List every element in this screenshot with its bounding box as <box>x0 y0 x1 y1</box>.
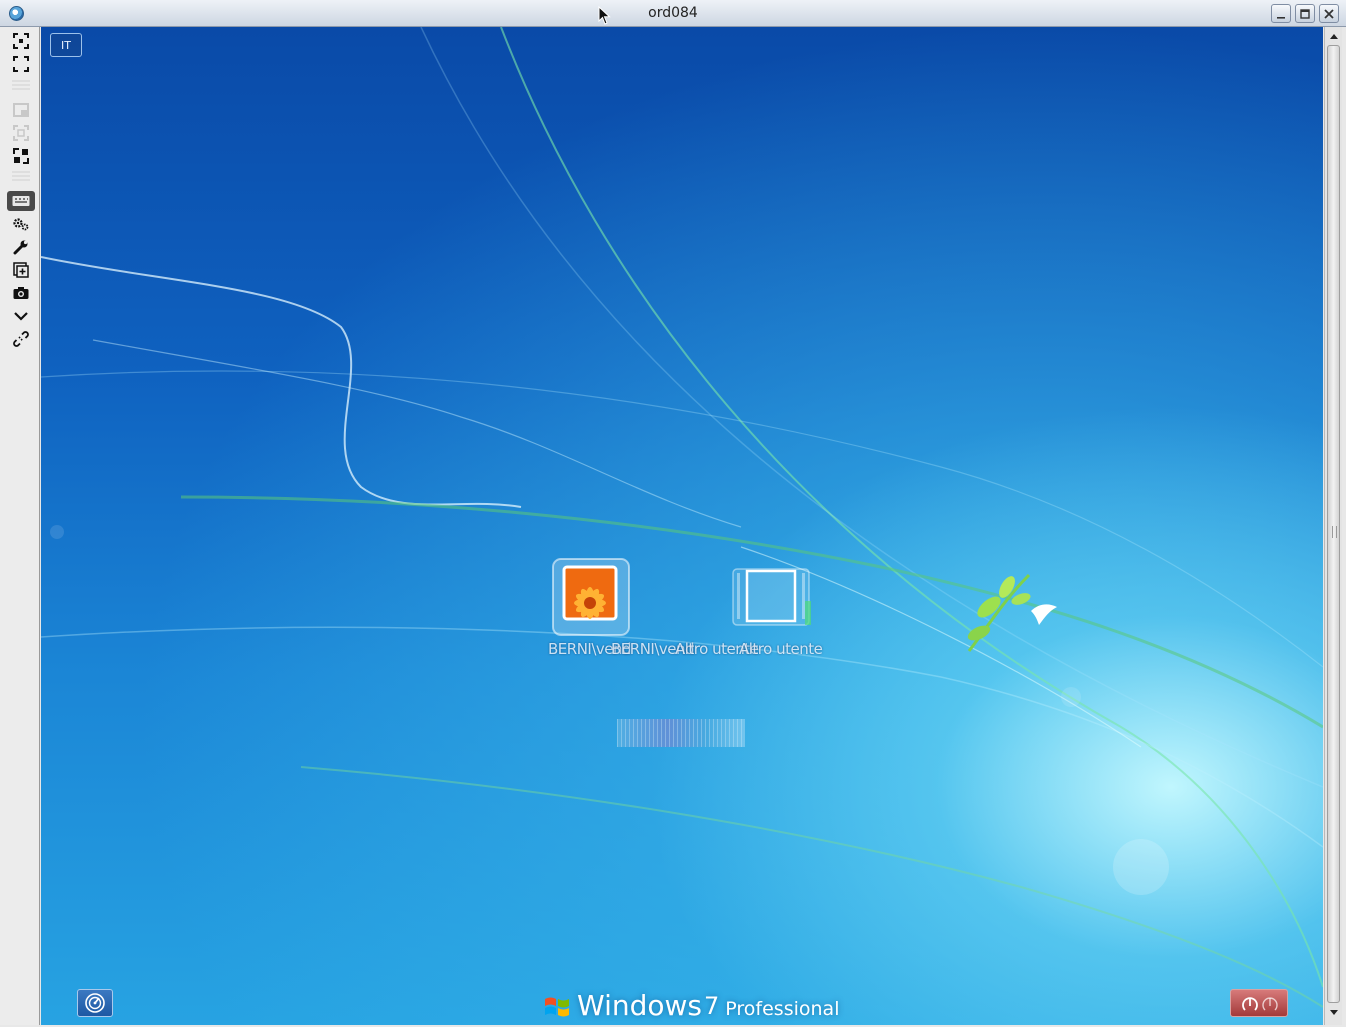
more-options-button[interactable] <box>9 306 33 326</box>
scrollbar-thumb[interactable] <box>1327 45 1340 1003</box>
windows-logo-icon <box>545 997 569 1017</box>
user-tile-berni-vend[interactable] <box>551 557 631 637</box>
maximize-icon <box>1300 8 1310 19</box>
maximize-button[interactable] <box>1295 4 1315 23</box>
toolbar-separator <box>12 80 30 90</box>
fit-to-window-icon <box>13 33 29 49</box>
zoom-button[interactable] <box>9 146 33 166</box>
scale-window-icon <box>13 103 29 117</box>
user-name-label-echo: Altro utente <box>739 640 823 658</box>
disconnect-button[interactable] <box>9 329 33 349</box>
close-icon <box>1324 8 1334 19</box>
windows-branding: Windows 7 Professional <box>543 985 839 1021</box>
windows-edition: Professional <box>725 998 840 1020</box>
language-indicator-button[interactable]: IT <box>50 33 82 57</box>
viewer-toolbar <box>0 27 40 1025</box>
scale-window-button[interactable] <box>9 100 33 120</box>
flower-avatar-icon <box>552 558 630 636</box>
fit-to-window-button[interactable] <box>9 31 33 51</box>
actual-size-icon <box>13 125 29 141</box>
close-button[interactable] <box>1319 4 1339 23</box>
disconnect-icon <box>13 331 29 347</box>
power-icon <box>1242 997 1278 1011</box>
title-bar[interactable]: ord084 <box>0 0 1346 27</box>
user-tile-other-user[interactable] <box>731 557 811 637</box>
windows-version: 7 <box>704 992 720 1020</box>
zoom-icon <box>13 148 29 164</box>
preferences-button[interactable] <box>9 237 33 257</box>
minimize-icon <box>1277 16 1285 19</box>
fullscreen-icon <box>13 56 29 72</box>
remote-viewer-window: ord084 IT BERNI\vend BERNI\vend Altro ut… <box>0 0 1346 1027</box>
shutdown-button[interactable] <box>1230 989 1288 1017</box>
actual-size-button[interactable] <box>9 123 33 143</box>
minimize-button[interactable] <box>1271 4 1291 23</box>
keyboard-icon <box>12 196 30 206</box>
settings-button[interactable] <box>9 214 33 234</box>
chevron-down-icon <box>14 312 28 321</box>
arrow-down-icon <box>1330 1010 1338 1015</box>
toolbar-separator <box>12 171 30 181</box>
scroll-down-button[interactable] <box>1326 1005 1342 1021</box>
new-connection-button[interactable] <box>9 260 33 280</box>
remote-desktop-canvas[interactable]: IT BERNI\vend BERNI\vend Altro utente Al… <box>41 27 1323 1025</box>
wallpaper-streaks <box>41 27 1323 1008</box>
windows-product-name: Windows <box>577 989 702 1022</box>
scrollbar-grip <box>1332 526 1337 538</box>
camera-icon <box>13 287 29 299</box>
ease-of-access-icon <box>85 993 105 1013</box>
arrow-up-icon <box>1330 34 1338 39</box>
mouse-cursor-icon <box>598 6 611 25</box>
wrench-icon <box>13 240 28 255</box>
keyboard-button[interactable] <box>7 191 35 211</box>
settings-gears-icon <box>13 218 29 231</box>
vertical-scrollbar[interactable] <box>1324 27 1342 1025</box>
scroll-up-button[interactable] <box>1326 28 1342 44</box>
branch-bird-graphic <box>967 573 1057 652</box>
new-connection-icon <box>13 262 29 278</box>
generic-user-avatar-icon <box>732 568 811 626</box>
ease-of-access-button[interactable] <box>77 989 113 1017</box>
fullscreen-button[interactable] <box>9 54 33 74</box>
rendering-artifact <box>617 719 745 747</box>
screenshot-button[interactable] <box>9 283 33 303</box>
window-title: ord084 <box>648 5 698 21</box>
